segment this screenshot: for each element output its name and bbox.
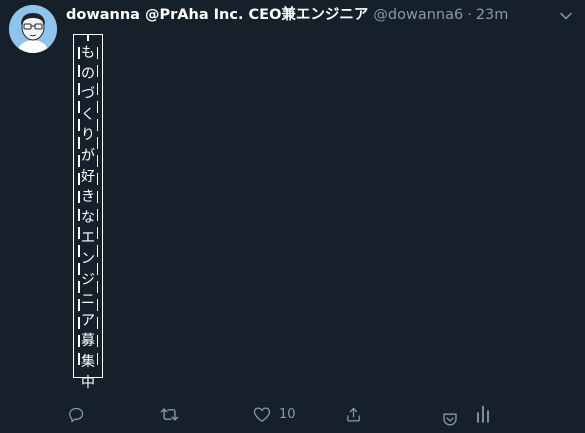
tweet-header: dowanna @PrAha Inc. CEO兼エンジニア @dowanna6 · 2… [66, 5, 508, 25]
avatar-illustration [9, 5, 57, 53]
chevron-down-icon[interactable] [559, 9, 573, 23]
handle[interactable]: @dowanna6 [373, 7, 463, 23]
like-button[interactable]: 10 [253, 404, 296, 424]
vertical-text-image: ものづくりが好きなエンジニア募集中 [73, 34, 103, 391]
reply-icon [69, 407, 84, 422]
retweet-icon [160, 407, 179, 421]
analytics-button[interactable] [476, 404, 490, 424]
vertical-text-char: 集 [81, 353, 95, 370]
retweet-button[interactable] [160, 404, 179, 424]
pocket-button[interactable] [442, 409, 458, 429]
timestamp[interactable]: 23m [476, 7, 509, 23]
like-count: 10 [279, 406, 296, 422]
vertical-text-top-tick [87, 34, 89, 41]
vertical-text-char: ン [81, 250, 95, 267]
vertical-text-char: の [81, 65, 95, 82]
avatar[interactable] [9, 5, 57, 53]
vertical-text-char: ジ [81, 271, 95, 288]
vertical-text-char: も [81, 45, 95, 61]
vertical-text-char: エ [81, 230, 95, 247]
pocket-icon [443, 413, 457, 425]
heart-icon [253, 406, 271, 422]
vertical-text-char: ア [81, 312, 95, 329]
vertical-text-char: な [81, 209, 95, 226]
analytics-icon [477, 405, 489, 423]
vertical-text-char: り [81, 127, 95, 144]
tweet[interactable]: dowanna @PrAha Inc. CEO兼エンジニア @dowanna6 · 2… [0, 0, 585, 433]
tweet-actions: 10 [0, 404, 585, 425]
reply-button[interactable] [68, 404, 85, 424]
share-icon [347, 407, 360, 422]
vertical-text-char: ニ [81, 292, 95, 309]
vertical-text-char: 好 [81, 168, 95, 185]
share-button[interactable] [345, 404, 362, 424]
vertical-text-char: が [81, 147, 95, 164]
separator: · [467, 7, 472, 23]
vertical-text-char: づ [81, 86, 95, 103]
vertical-text-char: 募 [81, 333, 95, 350]
vertical-text-char: 中 [81, 374, 95, 391]
vertical-text-chars: ものづくりが好きなエンジニア募集中 [74, 43, 102, 393]
display-name[interactable]: dowanna @PrAha Inc. CEO兼エンジニア [66, 7, 368, 23]
vertical-text-char: き [81, 189, 95, 206]
vertical-text-char: く [81, 106, 95, 123]
